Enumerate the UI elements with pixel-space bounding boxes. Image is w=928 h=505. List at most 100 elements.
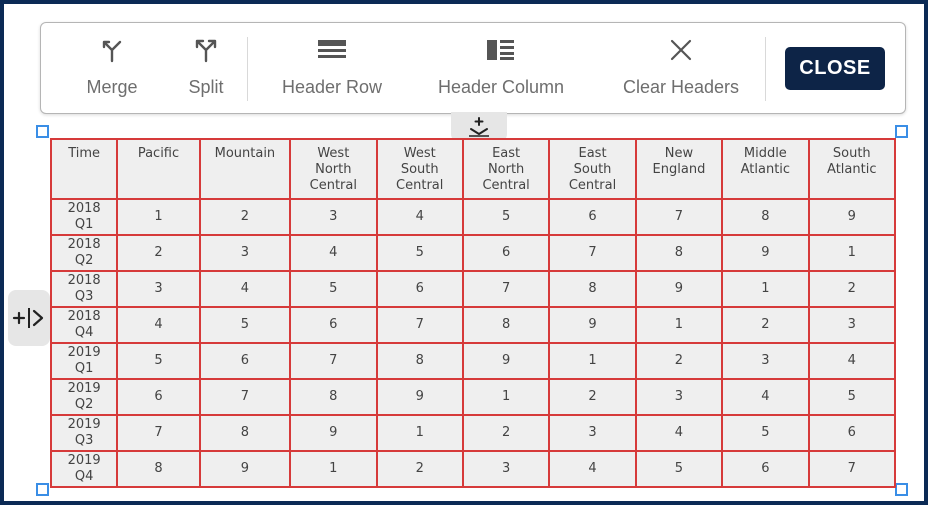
table-cell[interactable]: 3 xyxy=(461,450,551,488)
resize-handle-bottom-left[interactable] xyxy=(36,483,49,496)
time-cell[interactable]: 2019 Q3 xyxy=(49,414,119,452)
table-cell[interactable]: 5 xyxy=(289,270,378,308)
table-cell[interactable]: 1 xyxy=(289,450,378,488)
table-cell[interactable]: 6 xyxy=(461,234,551,272)
table-cell[interactable]: 2 xyxy=(807,270,897,308)
resize-handle-bottom-right[interactable] xyxy=(895,483,908,496)
header-cell[interactable]: East South Central xyxy=(548,138,637,200)
table-cell[interactable]: 2 xyxy=(375,450,464,488)
header-cell[interactable]: West North Central xyxy=(289,138,378,200)
table-cell[interactable]: 2 xyxy=(461,414,551,452)
resize-handle-top-right[interactable] xyxy=(895,125,908,138)
table-cell[interactable]: 8 xyxy=(198,414,292,452)
table-cell[interactable]: 9 xyxy=(721,234,810,272)
table-cell[interactable]: 2 xyxy=(721,306,810,344)
table-cell[interactable]: 7 xyxy=(807,450,897,488)
table-cell[interactable]: 3 xyxy=(116,270,201,308)
close-button[interactable]: CLOSE xyxy=(785,47,885,90)
table-cell[interactable]: 3 xyxy=(198,234,292,272)
table-cell[interactable]: 2 xyxy=(634,342,724,380)
table-cell[interactable]: 4 xyxy=(548,450,637,488)
table-cell[interactable]: 1 xyxy=(548,342,637,380)
table-cell[interactable]: 8 xyxy=(461,306,551,344)
table-cell[interactable]: 1 xyxy=(634,306,724,344)
table-cell[interactable]: 2 xyxy=(116,234,201,272)
table-cell[interactable]: 8 xyxy=(375,342,464,380)
table-cell[interactable]: 4 xyxy=(634,414,724,452)
header-cell[interactable]: Pacific xyxy=(116,138,201,200)
table-cell[interactable]: 9 xyxy=(807,198,897,236)
header-cell[interactable]: East North Central xyxy=(461,138,551,200)
table-cell[interactable]: 9 xyxy=(634,270,724,308)
table-cell[interactable]: 1 xyxy=(375,414,464,452)
table-cell[interactable]: 5 xyxy=(198,306,292,344)
table-cell[interactable]: 9 xyxy=(289,414,378,452)
table-cell[interactable]: 6 xyxy=(548,198,637,236)
table-cell[interactable]: 8 xyxy=(634,234,724,272)
table-cell[interactable]: 6 xyxy=(289,306,378,344)
table-cell[interactable]: 5 xyxy=(375,234,464,272)
table-cell[interactable]: 1 xyxy=(461,378,551,416)
clear-headers-button[interactable]: Clear Headers xyxy=(613,23,749,115)
table-cell[interactable]: 9 xyxy=(461,342,551,380)
table-cell[interactable]: 7 xyxy=(116,414,201,452)
table-cell[interactable]: 5 xyxy=(461,198,551,236)
table-cell[interactable]: 4 xyxy=(198,270,292,308)
time-cell[interactable]: 2018 Q3 xyxy=(49,270,119,308)
table-cell[interactable]: 8 xyxy=(721,198,810,236)
table-cell[interactable]: 4 xyxy=(721,378,810,416)
table-cell[interactable]: 5 xyxy=(116,342,201,380)
table-cell[interactable]: 5 xyxy=(807,378,897,416)
merge-button[interactable]: Merge xyxy=(81,23,143,115)
table-cell[interactable]: 6 xyxy=(807,414,897,452)
table-cell[interactable]: 4 xyxy=(807,342,897,380)
header-cell[interactable]: South Atlantic xyxy=(807,138,897,200)
header-cell[interactable]: New England xyxy=(634,138,724,200)
header-cell[interactable]: West South Central xyxy=(375,138,464,200)
time-cell[interactable]: 2019 Q2 xyxy=(49,378,119,416)
table-cell[interactable]: 2 xyxy=(548,378,637,416)
split-button[interactable]: Split xyxy=(179,23,233,115)
table-cell[interactable]: 3 xyxy=(634,378,724,416)
table-cell[interactable]: 9 xyxy=(375,378,464,416)
table-cell[interactable]: 7 xyxy=(634,198,724,236)
table-cell[interactable]: 7 xyxy=(548,234,637,272)
header-cell[interactable]: Time xyxy=(49,138,119,200)
time-cell[interactable]: 2019 Q1 xyxy=(49,342,119,380)
time-cell[interactable]: 2018 Q2 xyxy=(49,234,119,272)
table-cell[interactable]: 7 xyxy=(198,378,292,416)
table-cell[interactable]: 4 xyxy=(289,234,378,272)
table-cell[interactable]: 9 xyxy=(198,450,292,488)
header-cell[interactable]: Mountain xyxy=(198,138,292,200)
table-cell[interactable]: 5 xyxy=(634,450,724,488)
table-cell[interactable]: 2 xyxy=(198,198,292,236)
table-cell[interactable]: 7 xyxy=(289,342,378,380)
header-column-button[interactable]: Header Column xyxy=(427,23,575,115)
time-cell[interactable]: 2018 Q4 xyxy=(49,306,119,344)
table-cell[interactable]: 9 xyxy=(548,306,637,344)
table-cell[interactable]: 7 xyxy=(461,270,551,308)
table-cell[interactable]: 6 xyxy=(375,270,464,308)
table-cell[interactable]: 8 xyxy=(116,450,201,488)
table-cell[interactable]: 6 xyxy=(116,378,201,416)
table-cell[interactable]: 1 xyxy=(721,270,810,308)
table-cell[interactable]: 4 xyxy=(116,306,201,344)
table-cell[interactable]: 4 xyxy=(375,198,464,236)
table-cell[interactable]: 3 xyxy=(807,306,897,344)
table-cell[interactable]: 5 xyxy=(721,414,810,452)
insert-column-handle[interactable] xyxy=(8,290,50,346)
header-cell[interactable]: Middle Atlantic xyxy=(721,138,810,200)
time-cell[interactable]: 2018 Q1 xyxy=(49,198,119,236)
table-cell[interactable]: 3 xyxy=(548,414,637,452)
table-cell[interactable]: 3 xyxy=(721,342,810,380)
table-cell[interactable]: 8 xyxy=(548,270,637,308)
table-cell[interactable]: 3 xyxy=(289,198,378,236)
table-cell[interactable]: 6 xyxy=(198,342,292,380)
table-cell[interactable]: 8 xyxy=(289,378,378,416)
time-cell[interactable]: 2019 Q4 xyxy=(49,450,119,488)
table-cell[interactable]: 6 xyxy=(721,450,810,488)
table-cell[interactable]: 1 xyxy=(807,234,897,272)
header-row-button[interactable]: Header Row xyxy=(273,23,391,115)
table-cell[interactable]: 1 xyxy=(116,198,201,236)
resize-handle-top-left[interactable] xyxy=(36,125,49,138)
